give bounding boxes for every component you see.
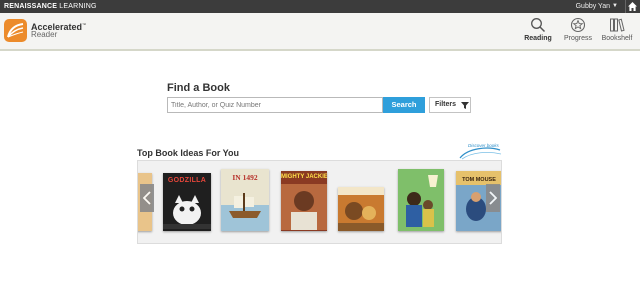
chevron-left-icon bbox=[143, 191, 151, 205]
book-cover-title: TOM MOUSE bbox=[462, 177, 496, 183]
nav-bookshelf-label: Bookshelf bbox=[601, 35, 633, 42]
nav-progress-label: Progress bbox=[563, 35, 592, 42]
chevron-down-icon[interactable]: ▼ bbox=[612, 2, 618, 11]
book-carousel: GODZILLA IN 1492 MIGHTY JACKIE TOM MOUSE bbox=[137, 160, 502, 244]
nav-reading-label: Reading bbox=[524, 35, 552, 42]
accelerated-reader-logo[interactable] bbox=[4, 19, 27, 42]
nav-progress[interactable]: Progress bbox=[559, 17, 597, 43]
bookshelf-icon bbox=[610, 18, 625, 32]
carousel-prev-button[interactable] bbox=[140, 184, 154, 212]
top-book-ideas-heading: Top Book Ideas For You bbox=[137, 148, 240, 158]
girl-portrait-icon bbox=[281, 184, 327, 230]
renaissance-learning-logo: RENAISSANCE LEARNING bbox=[4, 3, 97, 10]
book-cover-title: MIGHTY JACKIE bbox=[281, 174, 327, 180]
app-header: Accelerated™ Reader Reading Progress Boo… bbox=[0, 13, 640, 51]
animals-illustration-icon bbox=[338, 187, 384, 231]
cat-illustration-icon bbox=[163, 195, 211, 229]
home-icon[interactable] bbox=[627, 1, 638, 12]
funnel-icon bbox=[461, 102, 469, 109]
family-illustration-icon bbox=[398, 169, 444, 231]
nav-reading[interactable]: Reading bbox=[519, 17, 557, 43]
filters-label: Filters bbox=[435, 101, 457, 108]
discover-badge-text: Discover books bbox=[468, 143, 499, 148]
app-subtitle: Reader bbox=[31, 30, 58, 39]
chevron-right-icon bbox=[489, 191, 497, 205]
carousel-next-button[interactable] bbox=[486, 184, 500, 212]
top-bar: RENAISSANCE LEARNING Gubby Yan ▼ bbox=[0, 0, 640, 13]
nav-bookshelf[interactable]: Bookshelf bbox=[598, 17, 636, 43]
book-cover[interactable]: MIGHTY JACKIE bbox=[281, 171, 327, 231]
book-cover[interactable]: GODZILLA bbox=[163, 173, 211, 231]
search-input[interactable] bbox=[167, 97, 383, 113]
book-cover[interactable] bbox=[338, 187, 384, 231]
book-cover-title: IN 1492 bbox=[232, 173, 258, 182]
divider bbox=[625, 0, 626, 13]
star-badge-icon bbox=[570, 17, 586, 33]
search-button[interactable]: Search bbox=[383, 97, 425, 113]
search-icon bbox=[531, 18, 546, 33]
book-cover[interactable] bbox=[398, 169, 444, 231]
ship-illustration-icon bbox=[221, 193, 269, 231]
book-cover[interactable]: IN 1492 bbox=[221, 169, 269, 231]
filters-button[interactable]: Filters bbox=[429, 97, 471, 113]
find-a-book-heading: Find a Book bbox=[167, 82, 230, 94]
book-cover-title: GODZILLA bbox=[167, 177, 207, 184]
user-menu[interactable]: Gubby Yan bbox=[576, 2, 610, 11]
